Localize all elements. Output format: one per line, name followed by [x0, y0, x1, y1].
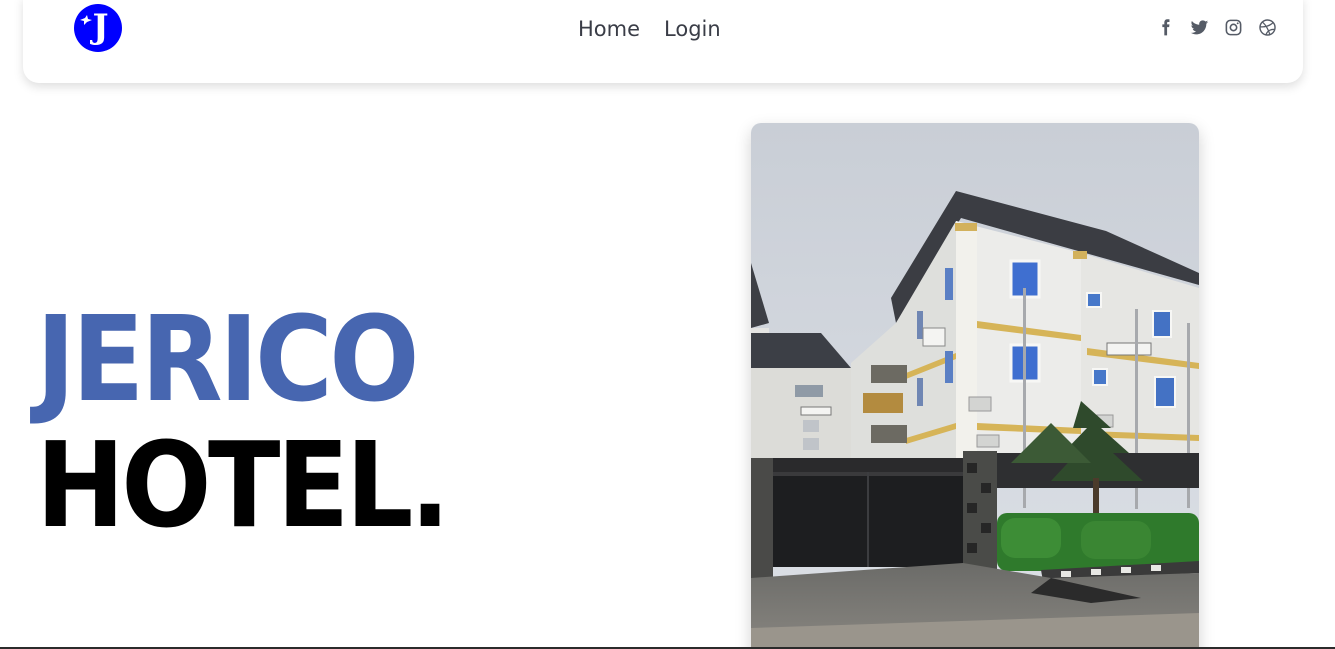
facebook-icon[interactable] — [1155, 17, 1175, 37]
dribbble-icon[interactable] — [1257, 17, 1277, 37]
social-links — [1155, 17, 1277, 37]
nav-link-home[interactable]: Home — [578, 16, 640, 42]
instagram-icon[interactable] — [1223, 17, 1243, 37]
logo-letter: J — [92, 7, 109, 47]
logo[interactable]: J — [74, 4, 122, 52]
twitter-icon[interactable] — [1189, 17, 1209, 37]
nav-links: Home Login — [578, 16, 721, 42]
page: J Home Login JERICO HOTEL. — [0, 0, 1335, 649]
navbar: J Home Login — [23, 0, 1303, 83]
hero-title: JERICO HOTEL. — [36, 290, 450, 554]
nav-link-login[interactable]: Login — [664, 16, 721, 42]
hero-title-line-1: JERICO — [36, 290, 420, 428]
hotel-building-photo — [751, 123, 1199, 649]
hero-title-line-2: HOTEL. — [36, 416, 450, 554]
